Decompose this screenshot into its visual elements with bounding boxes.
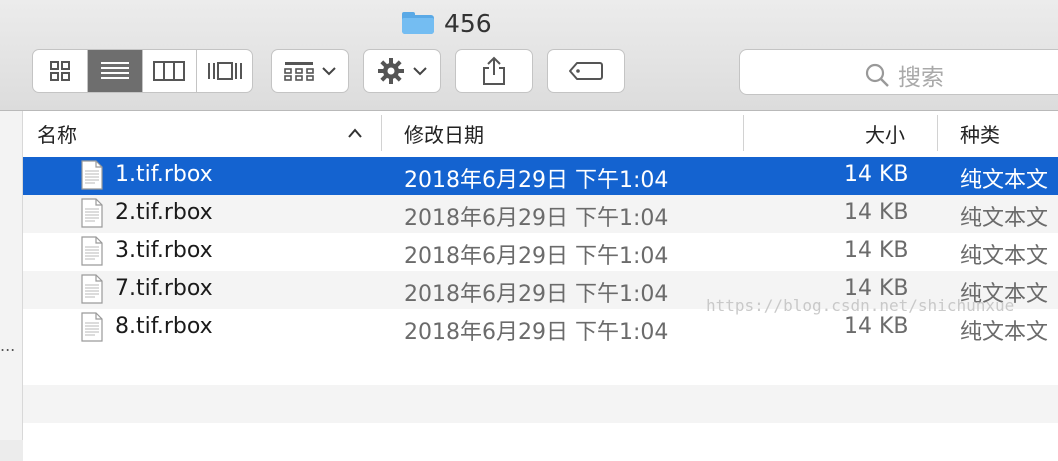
share-button[interactable]	[455, 49, 533, 93]
folder-icon	[402, 12, 434, 34]
file-name: 7.tif.rbox	[115, 276, 213, 301]
share-icon	[483, 56, 505, 85]
column-divider[interactable]	[937, 115, 938, 151]
file-kind: 纯文本文	[960, 168, 1049, 193]
file-size: 14 KB	[844, 238, 909, 263]
file-name: 8.tif.rbox	[115, 314, 213, 339]
column-view-button[interactable]	[143, 50, 198, 92]
window-toolbar: 456 搜索	[0, 0, 1058, 111]
file-modified-date: 2018年6月29日 下午1:04	[404, 168, 669, 193]
search-placeholder: 搜索	[898, 65, 944, 91]
file-size: 14 KB	[844, 162, 909, 187]
tag-button[interactable]	[547, 49, 625, 93]
file-modified-date: 2018年6月29日 下午1:04	[404, 320, 669, 345]
list-view-icon	[100, 62, 129, 79]
column-header-kind[interactable]: 种类	[960, 119, 1000, 148]
file-modified-date: 2018年6月29日 下午1:04	[404, 244, 669, 269]
action-button[interactable]	[363, 49, 441, 93]
column-header-name[interactable]: 名称	[37, 119, 77, 148]
empty-row	[23, 385, 1058, 423]
empty-row	[23, 423, 1058, 461]
file-list: 名称 修改日期 大小 种类 1.tif.rbox 2018年6月29日 下午1:0…	[23, 111, 1058, 461]
chevron-up-icon[interactable]	[347, 127, 363, 139]
search-field[interactable]: 搜索	[739, 49, 1058, 95]
window-title: 456	[402, 6, 492, 40]
arrange-button[interactable]	[271, 49, 349, 93]
column-divider[interactable]	[743, 115, 744, 151]
text-document-icon	[81, 236, 103, 266]
tag-icon	[569, 62, 603, 80]
file-row[interactable]: 3.tif.rbox 2018年6月29日 下午1:04 14 KB 纯文本文	[23, 233, 1058, 271]
icon-view-icon	[49, 61, 70, 81]
cover-flow-icon	[207, 62, 242, 80]
column-divider[interactable]	[381, 115, 382, 151]
gear-icon	[378, 58, 404, 84]
cover-flow-button[interactable]	[197, 50, 252, 92]
text-document-icon	[81, 160, 103, 190]
icon-view-button[interactable]	[33, 50, 88, 92]
file-size: 14 KB	[844, 200, 909, 225]
watermark-text: https://blog.csdn.net/shichunxue	[706, 296, 1015, 315]
window-title-text: 456	[444, 8, 492, 38]
file-name: 2.tif.rbox	[115, 200, 213, 225]
text-document-icon	[81, 274, 103, 304]
file-row[interactable]: 2.tif.rbox 2018年6月29日 下午1:04 14 KB 纯文本文	[23, 195, 1058, 233]
sidebar-overflow-text: ...	[0, 336, 16, 355]
column-header: 名称 修改日期 大小 种类	[23, 111, 1058, 158]
search-icon	[865, 63, 889, 87]
chevron-down-icon	[322, 67, 336, 76]
chevron-down-icon	[413, 67, 427, 76]
column-header-size[interactable]: 大小	[865, 119, 905, 148]
file-kind: 纯文本文	[960, 244, 1049, 269]
file-kind: 纯文本文	[960, 320, 1049, 345]
file-modified-date: 2018年6月29日 下午1:04	[404, 282, 669, 307]
view-mode-control	[32, 49, 253, 93]
text-document-icon	[81, 198, 103, 228]
text-document-icon	[81, 312, 103, 342]
column-view-icon	[153, 61, 186, 81]
list-view-button[interactable]	[87, 50, 143, 92]
empty-row	[23, 347, 1058, 385]
file-name: 3.tif.rbox	[115, 238, 213, 263]
file-size: 14 KB	[844, 314, 909, 339]
file-name: 1.tif.rbox	[115, 162, 213, 187]
file-kind: 纯文本文	[960, 206, 1049, 231]
file-modified-date: 2018年6月29日 下午1:04	[404, 206, 669, 231]
grid-arrange-icon	[284, 62, 314, 81]
file-row[interactable]: 1.tif.rbox 2018年6月29日 下午1:04 14 KB 纯文本文	[23, 157, 1058, 195]
column-header-date[interactable]: 修改日期	[404, 119, 484, 148]
sidebar: ...	[0, 111, 23, 440]
